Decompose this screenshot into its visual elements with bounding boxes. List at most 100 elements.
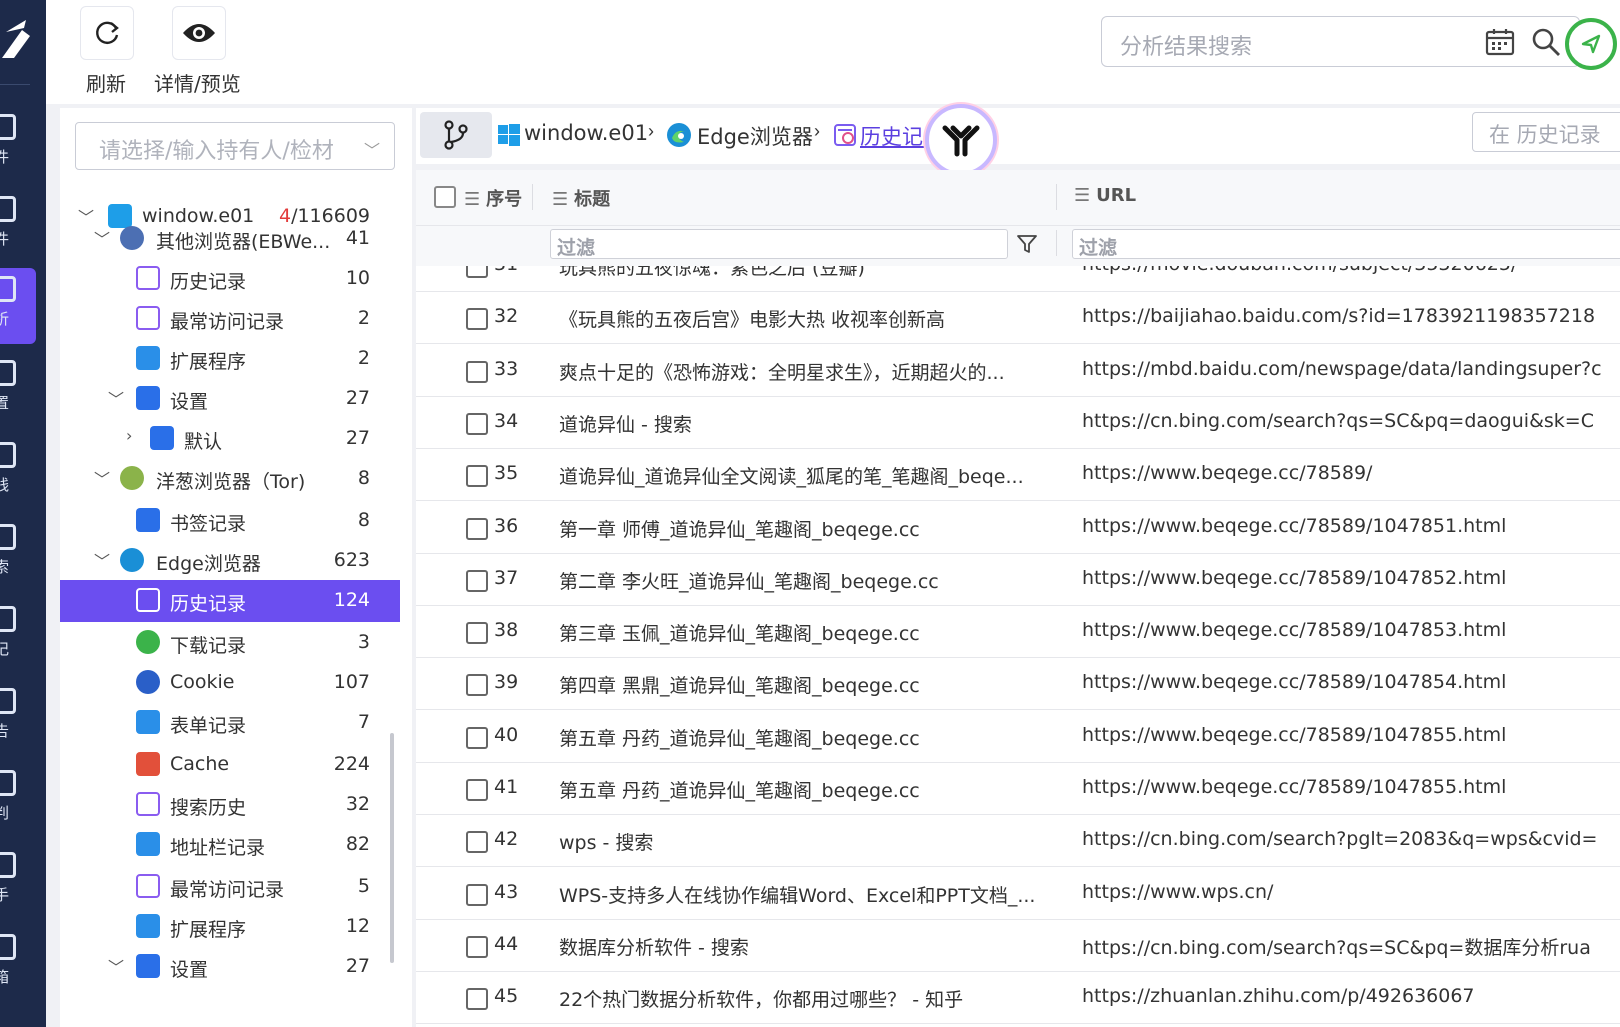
table-row[interactable]: 43 WPS-支持多人在线协作编辑Word、Excel和PPT文档_... http… xyxy=(416,868,1620,920)
table-row[interactable]: 34 道诡异仙 - 搜索 https://cn.bing.com/search?qs… xyxy=(416,397,1620,449)
preview-button[interactable] xyxy=(172,6,226,60)
nav-icon xyxy=(0,688,16,714)
column-header-url[interactable]: ☰ URL xyxy=(1074,185,1136,206)
history-filter-input[interactable]: 在 历史记录 xyxy=(1472,112,1620,152)
tree-item-label: 设置 xyxy=(170,391,209,413)
nav-icon xyxy=(0,524,16,550)
row-url: https://www.beqege.cc/78589/1047855.html xyxy=(1082,723,1507,746)
tree-item-label: 设置 xyxy=(170,959,209,981)
row-checkbox[interactable] xyxy=(466,360,488,383)
chevron-down-icon[interactable]: ﹀ xyxy=(94,226,110,250)
tree-item[interactable]: 历史记录 124 xyxy=(60,580,400,622)
tree-item[interactable]: ﹀ 设置 27 xyxy=(60,946,400,988)
url-filter-input[interactable]: 过滤 xyxy=(1072,229,1620,259)
breadcrumb-item-edge[interactable]: Edge浏览器 xyxy=(697,121,813,151)
row-seq: 36 xyxy=(494,514,519,537)
title-filter-input[interactable]: 过滤 xyxy=(550,229,1008,259)
breadcrumb-item-window[interactable]: window.e01 xyxy=(524,121,648,145)
tree-item[interactable]: ﹀ 其他浏览器(EBWe... 41 xyxy=(60,218,400,260)
chevron-down-icon[interactable]: ﹀ xyxy=(94,466,110,490)
table-row[interactable]: 40 第五章 丹药_道诡异仙_笔趣阁_beqege.cc https://www.b… xyxy=(416,711,1620,763)
row-checkbox[interactable] xyxy=(466,517,488,540)
nav-item[interactable]: 告 xyxy=(0,680,36,756)
column-divider[interactable] xyxy=(532,184,533,210)
tree-scrollbar[interactable] xyxy=(390,733,394,963)
row-checkbox[interactable] xyxy=(466,831,488,854)
nav-item[interactable]: 判 xyxy=(0,762,36,838)
calendar-icon[interactable] xyxy=(1485,28,1515,56)
chevron-down-icon[interactable]: ﹀ xyxy=(108,954,124,978)
nav-item[interactable]: 线 xyxy=(0,434,36,510)
tree-item[interactable]: ﹀ 洋葱浏览器（Tor) 8 xyxy=(60,458,400,500)
column-header-seq[interactable]: ☰ 序号 xyxy=(464,185,522,211)
table-row[interactable]: 32 《玩具熊的五夜后宫》电影大热 收视率创新高 https://baijiahao… xyxy=(416,292,1620,345)
tree-item[interactable]: 扩展程序 12 xyxy=(60,906,400,948)
column-divider[interactable] xyxy=(1056,184,1057,210)
nav-item[interactable]: 手 xyxy=(0,844,36,920)
tree-item[interactable]: Cache 224 xyxy=(60,744,400,786)
row-checkbox[interactable] xyxy=(466,883,488,906)
table-row[interactable]: 36 第一章 师傅_道诡异仙_笔趣阁_beqege.cc https://www.b… xyxy=(416,502,1620,554)
table-row[interactable]: 45 22个热门数据分析软件，你都用过哪些？ - 知乎 https://zhuanl… xyxy=(416,972,1620,1025)
column-header-title[interactable]: ☰ 标题 xyxy=(552,185,610,211)
eye-icon xyxy=(183,24,215,42)
table-row[interactable]: 38 第三章 玉佩_道诡异仙_笔趣阁_beqege.cc https://www.b… xyxy=(416,606,1620,659)
nav-item[interactable]: 箱 xyxy=(0,926,36,1002)
branch-button[interactable] xyxy=(420,112,492,158)
owner-select-placeholder: 请选择/输入持有人/检材 xyxy=(99,139,334,164)
tree-item[interactable]: ﹀ 设置 27 xyxy=(60,378,400,420)
tree-item-label: 最常访问记录 xyxy=(170,311,285,333)
row-checkbox[interactable] xyxy=(466,674,488,697)
tree-item[interactable]: 地址栏记录 82 xyxy=(60,824,400,866)
floating-assistant-button[interactable] xyxy=(925,104,997,176)
filter-icon[interactable] xyxy=(1016,233,1038,255)
locate-button[interactable] xyxy=(1565,18,1617,70)
table-row[interactable]: 39 第四章 黑鼎_道诡异仙_笔趣阁_beqege.cc https://www.b… xyxy=(416,658,1620,711)
tree-item-count-value: 3 xyxy=(357,631,370,653)
nav-item[interactable]: 件 xyxy=(0,188,36,264)
nav-item[interactable]: 记 xyxy=(0,598,36,674)
tree-item[interactable]: 最常访问记录 5 xyxy=(60,866,400,908)
table-row[interactable]: 37 第二章 李火旺_道诡异仙_笔趣阁_beqege.cc https://www.… xyxy=(416,554,1620,606)
chevron-right-icon[interactable]: › xyxy=(126,426,132,445)
nav-item[interactable]: 索 xyxy=(0,516,36,592)
tree-item[interactable]: Cookie 107 xyxy=(60,662,400,704)
table-row[interactable]: 41 第五章 丹药_道诡异仙_笔趣阁_beqege.cc https://www.b… xyxy=(416,763,1620,815)
tree-item[interactable]: 书签记录 8 xyxy=(60,500,400,542)
row-seq: 41 xyxy=(494,776,519,798)
toolbar: 刷新 详情/预览 分析结果搜索 xyxy=(46,0,1620,104)
tree-item[interactable]: › 默认 27 xyxy=(60,418,400,460)
owner-select[interactable]: 请选择/输入持有人/检材 ﹀ xyxy=(75,122,395,170)
chevron-down-icon[interactable]: ﹀ xyxy=(108,386,124,410)
nav-item[interactable]: 件 xyxy=(0,106,36,182)
chevron-down-icon[interactable]: ﹀ xyxy=(94,548,110,572)
nav-item[interactable]: 置 xyxy=(0,352,36,428)
tree-item[interactable]: 历史记录 10 xyxy=(60,258,400,300)
result-search-input[interactable]: 分析结果搜索 xyxy=(1101,16,1580,67)
nav-item[interactable]: 析 xyxy=(0,268,36,344)
tree-item[interactable]: 下载记录 3 xyxy=(60,622,400,664)
row-checkbox[interactable] xyxy=(466,988,488,1011)
row-checkbox[interactable] xyxy=(466,779,488,801)
table-row[interactable]: 33 爽点十足的《恐怖游戏：全明星求生》，近期超火的... https://mbd.… xyxy=(416,345,1620,397)
refresh-button[interactable] xyxy=(80,6,134,60)
table-row[interactable]: 31 玩具熊的五夜惊魂：紫色之后 (豆瓣) https://movie.douban… xyxy=(416,266,1620,292)
tree-item[interactable]: 最常访问记录 2 xyxy=(60,298,400,340)
table-row[interactable]: 44 数据库分析软件 - 搜索 https://cn.bing.com/search… xyxy=(416,920,1620,972)
table-row[interactable]: 35 道诡异仙_道诡异仙全文阅读_狐尾的笔_笔趣阁_beqe... https://… xyxy=(416,449,1620,502)
row-checkbox[interactable] xyxy=(466,266,488,278)
row-checkbox[interactable] xyxy=(466,465,488,488)
row-checkbox[interactable] xyxy=(466,569,488,592)
tree-item[interactable]: 搜索历史 32 xyxy=(60,784,400,826)
tree-item[interactable]: 扩展程序 2 xyxy=(60,338,400,380)
row-checkbox[interactable] xyxy=(466,935,488,958)
search-icon[interactable] xyxy=(1531,27,1561,57)
row-checkbox[interactable] xyxy=(466,412,488,435)
row-checkbox[interactable] xyxy=(466,622,488,645)
table-row[interactable]: 42 wps - 搜索 https://cn.bing.com/search?pgl… xyxy=(416,815,1620,868)
tree-item[interactable]: ﹀ Edge浏览器 623 xyxy=(60,540,400,582)
row-checkbox[interactable] xyxy=(466,308,488,331)
select-all-checkbox[interactable] xyxy=(434,186,456,208)
row-checkbox[interactable] xyxy=(466,726,488,749)
tree-item[interactable]: 表单记录 7 xyxy=(60,702,400,744)
